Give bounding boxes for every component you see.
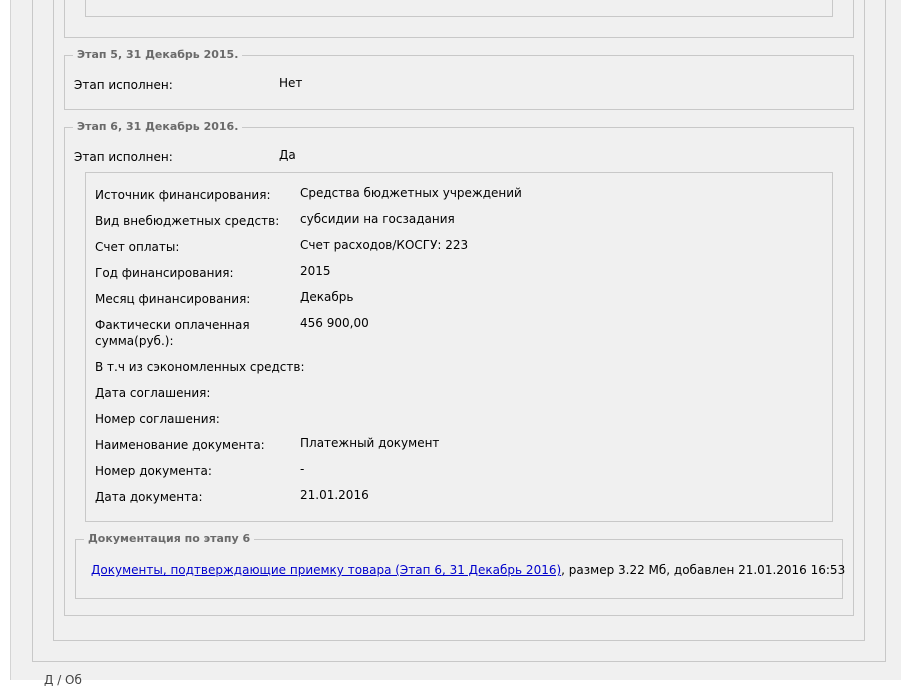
funding-source-value: Средства бюджетных учреждений (300, 186, 522, 200)
document-name-value: Платежный документ (300, 436, 440, 450)
payment-account-value: Счет расходов/КОСГУ: 223 (300, 238, 469, 252)
funding-month-label: Месяц финансирования: (95, 292, 251, 306)
funding-month-value: Декабрь (300, 290, 354, 304)
funding-year-label: Год финансирования: (95, 266, 234, 280)
stage-4-details-box (85, 0, 833, 17)
stage-6-completed-label: Этап исполнен: (74, 150, 173, 164)
extrabudget-type-value: субсидии на госзадания (300, 212, 455, 226)
agreement-number-label: Номер соглашения: (95, 412, 220, 426)
document-date-label: Дата документа: (95, 490, 203, 504)
stage-6-doc-entry: Документы, подтверждающие приемку товара… (91, 562, 845, 578)
paid-amount-value: 456 900,00 (300, 316, 369, 330)
document-date-value: 21.01.2016 (300, 488, 369, 502)
payment-account-label: Счет оплаты: (95, 240, 180, 254)
saved-funds-label: В т.ч из сэкономленных средств: (95, 360, 305, 374)
stage-5-fieldset: Этап 5, 31 Декабрь 2015. (64, 48, 854, 110)
document-number-label: Номер документа: (95, 464, 212, 478)
document-name-label: Наименование документа: (95, 438, 265, 452)
stage-5-legend: Этап 5, 31 Декабрь 2015. (73, 48, 243, 62)
funding-source-label: Источник финансирования: (95, 188, 271, 202)
acceptance-documents-link[interactable]: Документы, подтверждающие приемку товара… (91, 563, 561, 577)
stage-6-legend: Этап 6, 31 Декабрь 2016. (73, 120, 243, 134)
document-number-value: - (300, 462, 305, 476)
stage-6-docs-legend: Документация по этапу 6 (84, 532, 255, 546)
paid-amount-label: Фактически оплаченная сумма(руб.): (95, 318, 250, 348)
extrabudget-type-label: Вид внебюджетных средств: (95, 214, 280, 228)
stage-6-completed-value: Да (279, 148, 296, 162)
footer-cut-text: Д / Об (44, 673, 82, 687)
stage-5-completed-label: Этап исполнен: (74, 78, 173, 92)
stage-5-completed-value: Нет (279, 76, 303, 90)
agreement-date-label: Дата соглашения: (95, 386, 211, 400)
funding-year-value: 2015 (300, 264, 331, 278)
doc-info-text: , размер 3.22 Мб, добавлен 21.01.2016 16… (561, 563, 846, 577)
